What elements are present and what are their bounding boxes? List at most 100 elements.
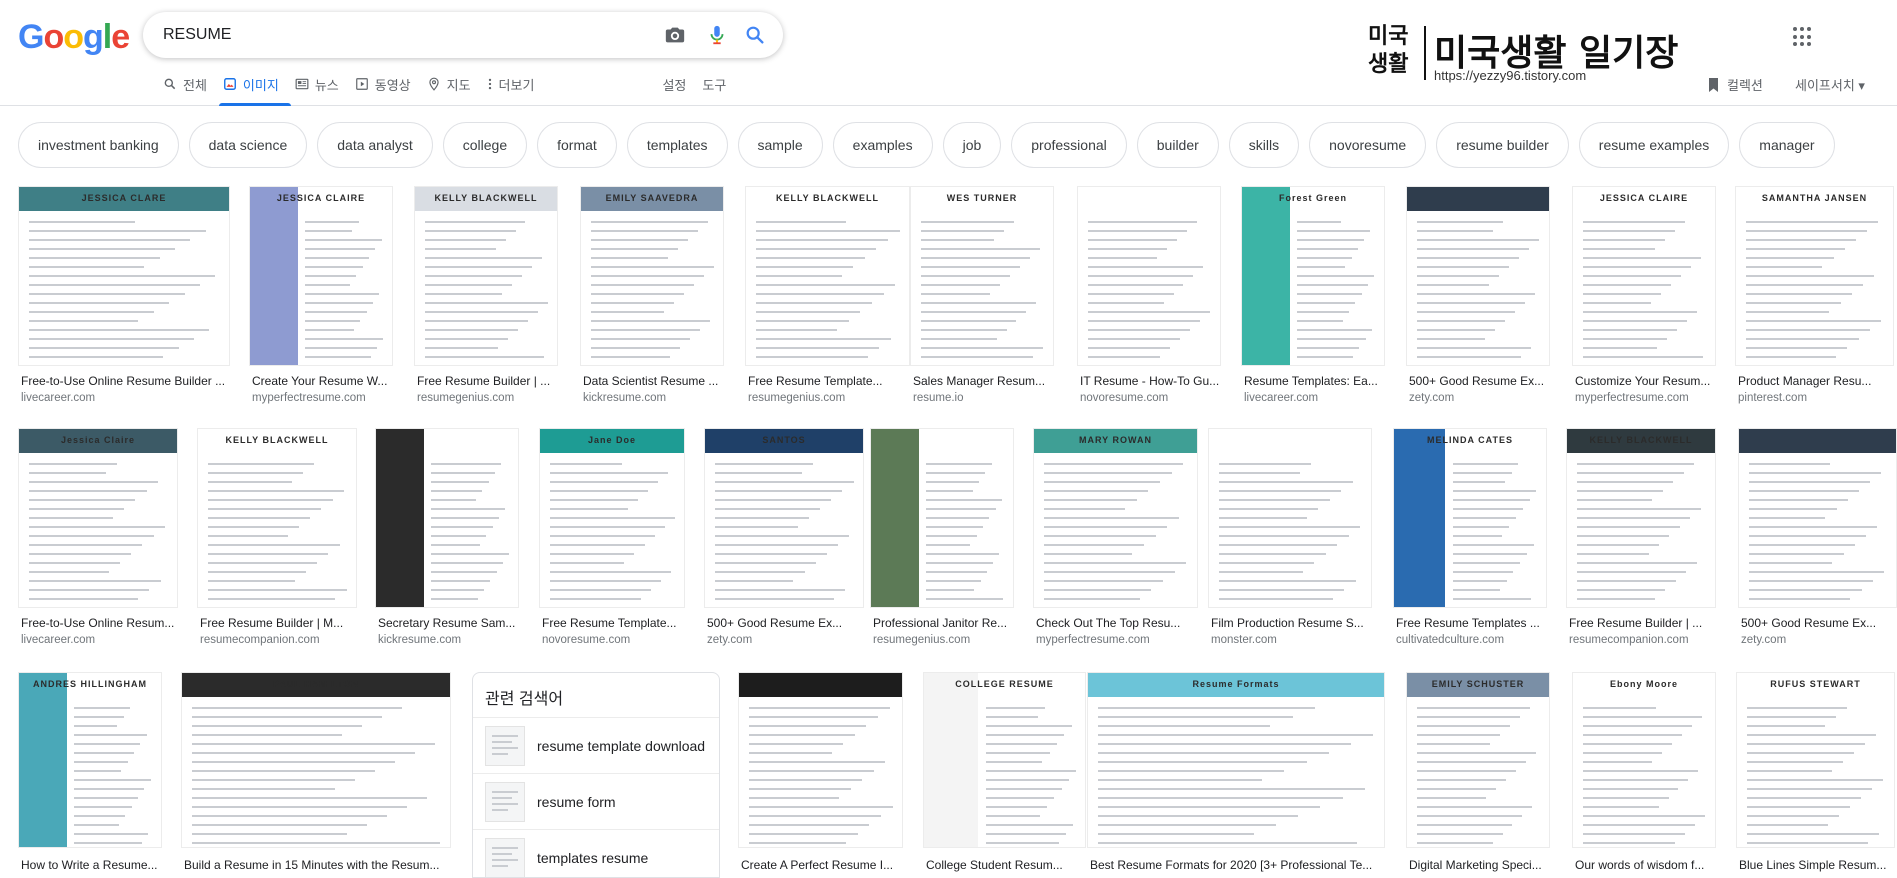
tab-tools[interactable]: 도구: [702, 72, 738, 106]
resume-thumbnail[interactable]: MARY ROWAN: [1033, 428, 1198, 608]
resume-thumbnail[interactable]: RUFUS STEWART: [1736, 672, 1895, 848]
image-result[interactable]: Forest Green Resume Templates: Ea... livec…: [1241, 186, 1385, 408]
resume-thumbnail[interactable]: COLLEGE RESUME: [923, 672, 1086, 848]
resume-thumbnail[interactable]: KELLY BLACKWELL: [414, 186, 558, 366]
result-caption[interactable]: Free Resume Builder | M...: [200, 616, 356, 630]
resume-thumbnail[interactable]: MELINDA CATES: [1393, 428, 1547, 608]
resume-thumbnail[interactable]: WES TURNER: [910, 186, 1054, 366]
resume-thumbnail[interactable]: [375, 428, 519, 608]
resume-thumbnail[interactable]: EMILY SCHUSTER: [1406, 672, 1550, 848]
image-result[interactable]: Film Production Resume S... monster.com: [1208, 428, 1372, 650]
image-result[interactable]: EMILY SCHUSTER Digital Marketing Speci...: [1406, 672, 1550, 878]
image-result[interactable]: ANDRES HILLINGHAM How to Write a Resume..…: [18, 672, 162, 878]
tab-news[interactable]: 뉴스: [295, 72, 351, 106]
tab-maps[interactable]: 지도: [427, 72, 483, 106]
resume-thumbnail[interactable]: SAMANTHA JANSEN: [1735, 186, 1894, 366]
related-search-item[interactable]: templates resume: [473, 829, 719, 877]
resume-thumbnail[interactable]: Jessica Claire: [18, 428, 178, 608]
resume-thumbnail[interactable]: KELLY BLACKWELL: [1566, 428, 1716, 608]
image-result[interactable]: KELLY BLACKWELL Free Resume Builder | ...…: [414, 186, 558, 408]
image-result[interactable]: IT Resume - How-To Gu... novoresume.com: [1077, 186, 1221, 408]
result-caption[interactable]: Data Scientist Resume ...: [583, 374, 723, 388]
related-search-item[interactable]: resume template download: [473, 717, 719, 773]
image-result[interactable]: PAUL HAMILTON Build a Resume in 15 Minute…: [181, 672, 451, 878]
filter-chip[interactable]: data science: [188, 122, 308, 168]
resume-thumbnail[interactable]: Forest Green: [1241, 186, 1385, 366]
image-result[interactable]: Jessica Claire Free-to-Use Online Resum..…: [18, 428, 178, 650]
image-result[interactable]: KELLY BLACKWELL Free Resume Builder | M..…: [197, 428, 357, 650]
result-caption[interactable]: College Student Resum...: [926, 858, 1085, 872]
image-result[interactable]: KELLY BLACKWELL Free Resume Builder | ...…: [1566, 428, 1716, 650]
filter-chip[interactable]: investment banking: [18, 122, 179, 168]
result-caption[interactable]: Customize Your Resum...: [1575, 374, 1715, 388]
filter-chip[interactable]: templates: [626, 122, 728, 168]
result-caption[interactable]: Blue Lines Simple Resum...: [1739, 858, 1894, 872]
tab-videos[interactable]: 동영상: [355, 72, 423, 106]
image-result[interactable]: WES TURNER Sales Manager Resum... resume.i…: [910, 186, 1054, 408]
result-caption[interactable]: Film Production Resume S...: [1211, 616, 1371, 630]
result-caption[interactable]: Check Out The Top Resu...: [1036, 616, 1197, 630]
image-result[interactable]: SANTOS 500+ Good Resume Ex... zety.com: [704, 428, 864, 650]
tab-more[interactable]: 더보기: [487, 72, 547, 106]
result-caption[interactable]: Create Your Resume W...: [252, 374, 392, 388]
filter-chip[interactable]: format: [537, 122, 617, 168]
result-caption[interactable]: 500+ Good Resume Ex...: [1409, 374, 1549, 388]
resume-thumbnail[interactable]: ANDRES HILLINGHAM: [18, 672, 162, 848]
result-caption[interactable]: 500+ Good Resume Ex...: [707, 616, 863, 630]
result-caption[interactable]: Free Resume Builder | ...: [1569, 616, 1715, 630]
image-result[interactable]: MELINDA CATES Free Resume Templates ... cu…: [1393, 428, 1547, 650]
image-result[interactable]: 500+ Good Resume Ex... zety.com: [1406, 186, 1550, 408]
resume-thumbnail[interactable]: PAUL HAMILTON: [181, 672, 451, 848]
result-caption[interactable]: 500+ Good Resume Ex...: [1741, 616, 1896, 630]
filter-chip[interactable]: sample: [737, 122, 823, 168]
result-caption[interactable]: Free Resume Builder | ...: [417, 374, 557, 388]
resume-thumbnail[interactable]: JESSICA CLAIRE: [249, 186, 393, 366]
image-result[interactable]: JESSICA CLAIRE Customize Your Resum... myp…: [1572, 186, 1716, 408]
filter-chip[interactable]: skills: [1228, 122, 1300, 168]
tab-all[interactable]: 전체: [163, 72, 219, 106]
image-result[interactable]: Professional Janitor Re... resumegenius.c…: [870, 428, 1014, 650]
tab-images[interactable]: 이미지: [218, 72, 291, 106]
image-result[interactable]: Resume Formats Best Resume Formats for 20…: [1087, 672, 1385, 878]
filter-chip[interactable]: builder: [1136, 122, 1219, 168]
image-result[interactable]: JESSICA CLARE Free-to-Use Online Resume B…: [18, 186, 230, 408]
resume-thumbnail[interactable]: [1077, 186, 1221, 366]
resume-thumbnail[interactable]: [1738, 428, 1897, 608]
resume-thumbnail[interactable]: Ebony Moore: [1572, 672, 1716, 848]
filter-chip[interactable]: resume examples: [1578, 122, 1730, 168]
camera-icon[interactable]: [664, 24, 686, 46]
google-logo[interactable]: Google: [18, 18, 130, 57]
resume-thumbnail[interactable]: KELLY BLACKWELL: [197, 428, 357, 608]
resume-thumbnail[interactable]: Jane Doe: [539, 428, 685, 608]
collections-button[interactable]: 컬렉션: [1708, 75, 1763, 94]
result-caption[interactable]: Free Resume Template...: [542, 616, 684, 630]
result-caption[interactable]: Our words of wisdom f...: [1575, 858, 1715, 872]
image-result[interactable]: SAMANTHA JANSEN Product Manager Resu... pi…: [1735, 186, 1894, 408]
result-caption[interactable]: Create A Perfect Resume I...: [741, 858, 902, 872]
tab-settings[interactable]: 설정: [646, 72, 698, 106]
image-result[interactable]: KELLY BLACKWELL Free Resume Template... re…: [745, 186, 910, 408]
resume-thumbnail[interactable]: Resume Formats: [1087, 672, 1385, 848]
resume-thumbnail[interactable]: KELLY BLACKWELL: [745, 186, 910, 366]
resume-thumbnail[interactable]: [738, 672, 903, 848]
mic-icon[interactable]: [706, 24, 728, 46]
result-caption[interactable]: IT Resume - How-To Gu...: [1080, 374, 1220, 388]
image-result[interactable]: EMILY SAAVEDRA Data Scientist Resume ... k…: [580, 186, 724, 408]
image-result[interactable]: 500+ Good Resume Ex... zety.com: [1738, 428, 1897, 650]
resume-thumbnail[interactable]: SANTOS: [704, 428, 864, 608]
resume-thumbnail[interactable]: [1406, 186, 1550, 366]
resume-thumbnail[interactable]: [1208, 428, 1372, 608]
result-caption[interactable]: Professional Janitor Re...: [873, 616, 1013, 630]
result-caption[interactable]: Sales Manager Resum...: [913, 374, 1053, 388]
filter-chip[interactable]: resume builder: [1436, 122, 1569, 168]
resume-thumbnail[interactable]: JESSICA CLAIRE: [1572, 186, 1716, 366]
filter-chip[interactable]: professional: [1011, 122, 1127, 168]
resume-thumbnail[interactable]: EMILY SAAVEDRA: [580, 186, 724, 366]
filter-chip[interactable]: novoresume: [1309, 122, 1427, 168]
apps-grid-icon[interactable]: [1793, 27, 1813, 47]
result-caption[interactable]: Free Resume Templates ...: [1396, 616, 1546, 630]
resume-thumbnail[interactable]: JESSICA CLARE: [18, 186, 230, 366]
image-result[interactable]: RUFUS STEWART Blue Lines Simple Resum...: [1736, 672, 1895, 878]
result-caption[interactable]: Free Resume Template...: [748, 374, 909, 388]
result-caption[interactable]: Best Resume Formats for 2020 [3+ Profess…: [1090, 858, 1384, 872]
